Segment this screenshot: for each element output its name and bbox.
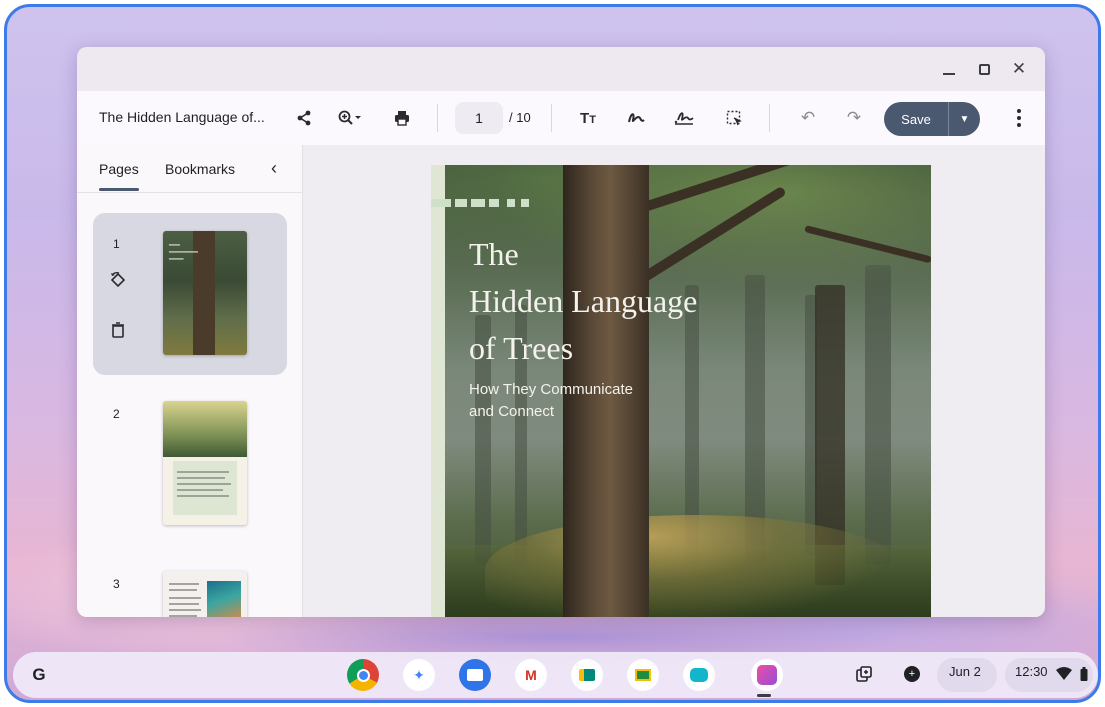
cover-subtitle: How They Communicate and Connect xyxy=(469,381,633,420)
files-icon xyxy=(467,669,483,681)
chrome-icon xyxy=(356,668,370,682)
page-thumbnail-image xyxy=(163,401,247,525)
classroom-app[interactable] xyxy=(627,659,659,691)
redo-button[interactable]: ↷ xyxy=(841,105,867,131)
print-button[interactable] xyxy=(389,105,415,131)
files-app[interactable] xyxy=(459,659,491,691)
record-icon: + xyxy=(904,666,920,682)
collapse-sidebar-button[interactable]: ‹ xyxy=(271,158,277,179)
signature-button[interactable] xyxy=(671,105,697,131)
battery-icon xyxy=(1073,663,1095,685)
signature-icon xyxy=(674,112,694,125)
launcher-button[interactable]: G xyxy=(27,663,51,687)
save-button[interactable]: Save ▼ xyxy=(884,102,980,136)
share-icon xyxy=(297,110,311,126)
chevron-left-icon: ‹ xyxy=(271,158,277,178)
rotate-icon xyxy=(110,272,126,288)
draw-icon xyxy=(628,113,645,123)
page-total: / 10 xyxy=(509,110,531,125)
page-thumbnail-image xyxy=(163,571,247,617)
select-area-button[interactable] xyxy=(721,105,747,131)
sidebar-tabs: Pages Bookmarks ‹ xyxy=(77,145,302,193)
close-button[interactable]: ✕ xyxy=(1007,57,1031,81)
pdf-editor-icon xyxy=(757,665,777,685)
document-title: The Hidden Language of... xyxy=(99,109,265,125)
document-viewer[interactable]: The Hidden Language of Trees How They Co… xyxy=(303,145,1045,617)
maximize-icon xyxy=(978,63,990,75)
gmail-app[interactable]: M xyxy=(515,659,547,691)
pdf-editor-app[interactable] xyxy=(751,659,783,691)
delete-page-button[interactable] xyxy=(107,319,129,341)
undo-button[interactable]: ↶ xyxy=(795,105,821,131)
text-size-icon: TT xyxy=(580,109,596,127)
minimize-icon xyxy=(943,73,955,75)
cover-illustration: The Hidden Language of Trees How They Co… xyxy=(445,165,931,617)
page-thumbnail-row-3[interactable]: 3 xyxy=(93,553,287,617)
thumbnail-page-number: 2 xyxy=(113,407,120,421)
undo-icon: ↶ xyxy=(800,108,816,127)
toolbar-divider xyxy=(437,104,438,132)
page-thumbnail-row-2[interactable]: 2 xyxy=(93,383,287,545)
page-thumbnail-image: ━━━ ━━━━━━━━ ━━━━ xyxy=(163,231,247,355)
save-label: Save xyxy=(901,111,931,127)
thumbnail-page-number: 3 xyxy=(113,577,120,591)
google-g-icon: G xyxy=(32,665,46,684)
minimize-button[interactable] xyxy=(937,57,961,81)
print-icon xyxy=(395,111,409,126)
active-app-indicator xyxy=(757,694,771,697)
thumbnail-cover-art: ━━━ ━━━━━━━━ ━━━━ xyxy=(169,243,198,263)
zoom-in-icon xyxy=(338,110,361,125)
chrome-app[interactable] xyxy=(347,659,379,691)
text-size-button[interactable]: TT xyxy=(575,105,601,131)
date-display: Jun 2 xyxy=(949,664,981,679)
toolbar-divider xyxy=(551,104,552,132)
pdf-page-1: The Hidden Language of Trees How They Co… xyxy=(431,165,931,617)
desktop: ✕ The Hidden Language of... 1 / 10 TT ↶ … xyxy=(4,4,1101,703)
clipboard-icon xyxy=(856,666,872,682)
page-thumbnail-row-1[interactable]: 1 ━━━ ━━━━━━━━ ━━━━ xyxy=(93,213,287,375)
tab-bookmarks[interactable]: Bookmarks xyxy=(165,161,235,177)
clock: 12:30 xyxy=(1015,664,1048,679)
maximize-button[interactable] xyxy=(972,57,996,81)
redo-icon: ↷ xyxy=(846,108,862,127)
draw-button[interactable] xyxy=(623,105,649,131)
gemini-icon: ✦ xyxy=(413,666,425,683)
title-bar: ✕ xyxy=(77,47,1045,91)
page-sidebar: Pages Bookmarks ‹ 1 ━━━ ━━━━━━━━ ━━━━ 2 … xyxy=(77,145,303,617)
classroom-icon xyxy=(635,669,651,681)
cover-title: The Hidden Language of Trees xyxy=(469,236,698,366)
chat-app[interactable] xyxy=(683,659,715,691)
toolbar-divider xyxy=(769,104,770,132)
save-options-chevron-down-icon[interactable]: ▼ xyxy=(949,114,980,125)
wifi-icon xyxy=(1053,663,1075,685)
page-number-input[interactable]: 1 xyxy=(455,102,503,134)
more-options-icon xyxy=(1017,109,1021,113)
gemini-app[interactable]: ✦ xyxy=(403,659,435,691)
pdf-viewer-window: ✕ The Hidden Language of... 1 / 10 TT ↶ … xyxy=(77,47,1045,617)
clipboard-button[interactable] xyxy=(853,663,875,685)
meet-icon xyxy=(579,669,595,681)
share-button[interactable] xyxy=(291,105,317,131)
tab-pages[interactable]: Pages xyxy=(99,161,139,177)
rotate-page-button[interactable] xyxy=(107,269,129,291)
meet-app[interactable] xyxy=(571,659,603,691)
select-area-icon xyxy=(726,110,742,126)
thumbnail-page-number: 1 xyxy=(113,237,120,251)
gmail-icon: M xyxy=(525,667,537,683)
toolbar: The Hidden Language of... 1 / 10 TT ↶ ↷ … xyxy=(77,91,1045,145)
trash-icon xyxy=(112,322,124,338)
zoom-button[interactable] xyxy=(333,105,367,131)
shelf: G ✦ M + Jun 2 12:30 xyxy=(13,652,1098,698)
active-tab-indicator xyxy=(99,188,139,191)
more-options-button[interactable] xyxy=(1009,105,1029,131)
close-icon: ✕ xyxy=(1011,59,1027,78)
record-button[interactable]: + xyxy=(901,663,923,685)
chat-icon xyxy=(690,668,708,682)
